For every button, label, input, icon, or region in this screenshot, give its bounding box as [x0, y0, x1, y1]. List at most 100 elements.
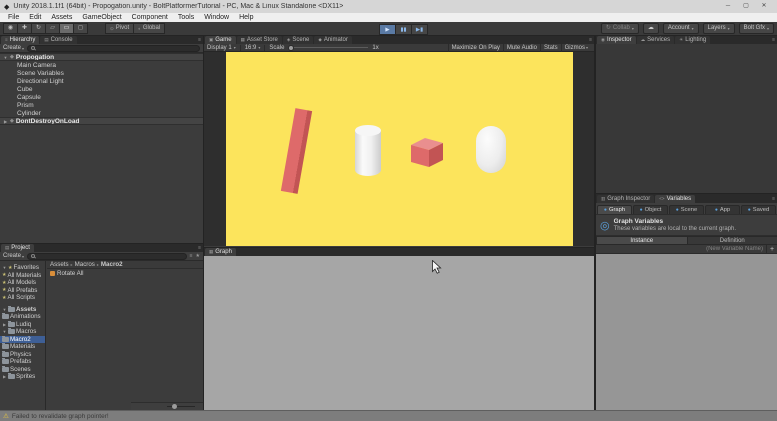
collab-button[interactable]: ↻Collab▾	[601, 23, 639, 34]
search-filter-icon[interactable]: ≡	[190, 253, 193, 259]
hierarchy-item[interactable]: Directional Light	[0, 77, 203, 85]
tab-console[interactable]: ▤Console	[40, 36, 76, 44]
favorite-search-icon[interactable]: ★	[196, 253, 200, 259]
gizmos-dropdown[interactable]: Gizmos▾	[561, 44, 591, 52]
folder-row[interactable]: Prefabs	[0, 358, 45, 366]
tab-game[interactable]: ▣Game	[205, 36, 236, 44]
tab-lighting[interactable]: ☀Lighting	[675, 36, 710, 44]
asset-item-rotate-all[interactable]: Rotate All	[47, 269, 203, 278]
tab-services[interactable]: ☁Services	[637, 36, 675, 44]
breadcrumb-assets[interactable]: Assets	[50, 261, 69, 268]
folder-row[interactable]: Materials	[0, 343, 45, 351]
tab-inspector[interactable]: ◉Inspector	[597, 36, 636, 44]
graph-canvas[interactable]	[204, 256, 594, 410]
status-bar[interactable]: ⚠ Failed to revalidate graph pointer!	[0, 410, 777, 421]
scale-tool-button[interactable]: ▱	[45, 23, 60, 34]
chevron-expanded-icon[interactable]: ▼	[2, 265, 7, 270]
breadcrumb-macros[interactable]: Macros	[75, 261, 95, 268]
close-button[interactable]: ✕	[755, 0, 773, 13]
tab-project[interactable]: ▤Project	[1, 244, 34, 252]
add-variable-button[interactable]: +	[766, 245, 777, 254]
mode-tab-definition[interactable]: Definition	[687, 236, 777, 245]
hierarchy-item[interactable]: Cylinder	[0, 109, 203, 117]
menu-assets[interactable]: Assets	[46, 13, 77, 22]
chevron-expanded-icon[interactable]: ▼	[3, 55, 8, 60]
favorite-item[interactable]: ★All Prefabs	[0, 287, 45, 295]
scene-row-propogation[interactable]: ▼ ◆ Propogation	[0, 53, 203, 61]
favorite-item[interactable]: ★All Scripts	[0, 294, 45, 302]
menu-tools[interactable]: Tools	[173, 13, 199, 22]
folder-row[interactable]: ▶Ludiq	[0, 321, 45, 329]
account-dropdown[interactable]: Account▾	[663, 23, 699, 34]
scope-tab-graph[interactable]: ●Graph	[597, 205, 632, 214]
menu-file[interactable]: File	[3, 13, 24, 22]
folder-row[interactable]: Scenes	[0, 366, 45, 374]
menu-gameobject[interactable]: GameObject	[77, 13, 126, 22]
menu-help[interactable]: Help	[234, 13, 258, 22]
scope-tab-saved[interactable]: ●Saved	[741, 205, 776, 214]
menu-window[interactable]: Window	[199, 13, 234, 22]
transform-tool-button[interactable]: ◻	[73, 23, 88, 34]
panel-menu-icon[interactable]: ≡	[772, 36, 775, 44]
display-dropdown[interactable]: Display 1▾	[207, 45, 236, 51]
mute-audio-button[interactable]: Mute Audio	[503, 44, 540, 52]
tab-animator[interactable]: ◆Animator	[314, 36, 351, 44]
hierarchy-item[interactable]: Capsule	[0, 93, 203, 101]
hierarchy-search-input[interactable]	[37, 45, 196, 51]
game-render-area[interactable]	[226, 52, 573, 246]
tab-asset-store[interactable]: ▦Asset Store	[237, 36, 282, 44]
new-variable-input[interactable]	[596, 246, 766, 252]
panel-menu-icon[interactable]: ≡	[198, 244, 201, 252]
folder-row-selected[interactable]: Macro2	[0, 336, 45, 344]
menu-component[interactable]: Component	[127, 13, 173, 22]
tab-graph-inspector[interactable]: ▥Graph Inspector	[597, 195, 654, 203]
folder-row[interactable]: ▶Sprites	[0, 373, 45, 381]
pan-tool-button[interactable]: ◉	[3, 23, 18, 34]
play-button[interactable]: ▶	[379, 24, 396, 35]
menu-edit[interactable]: Edit	[24, 13, 46, 22]
tab-graph[interactable]: ▦Graph	[205, 248, 236, 256]
chevron-expanded-icon[interactable]: ▼	[2, 329, 7, 334]
stats-button[interactable]: Stats	[540, 44, 561, 52]
game-viewport[interactable]	[204, 52, 594, 246]
hierarchy-item[interactable]: Prism	[0, 101, 203, 109]
scope-tab-object[interactable]: ●Object	[633, 205, 668, 214]
thumbnail-size-slider[interactable]	[167, 406, 195, 407]
folder-row[interactable]: ▼Macros	[0, 328, 45, 336]
maximize-button[interactable]: ▢	[737, 0, 755, 13]
folder-row[interactable]: Animations	[0, 313, 45, 321]
favorite-item[interactable]: ★All Materials	[0, 272, 45, 280]
tab-variables[interactable]: <>Variables	[655, 195, 695, 203]
project-search-input[interactable]	[37, 253, 183, 259]
move-tool-button[interactable]: ✚	[17, 23, 32, 34]
global-button[interactable]: ◐Global	[133, 23, 165, 34]
layout-dropdown[interactable]: Bolt Gfx▾	[739, 23, 774, 34]
slider-knob[interactable]	[172, 404, 177, 409]
chevron-expanded-icon[interactable]: ▼	[2, 307, 7, 312]
favorite-item[interactable]: ★All Models	[0, 279, 45, 287]
scale-slider[interactable]	[288, 47, 368, 48]
chevron-collapsed-icon[interactable]: ▶	[2, 322, 7, 327]
panel-menu-icon[interactable]: ≡	[772, 195, 775, 203]
favorites-root[interactable]: ▼★Favorites	[0, 264, 45, 272]
scale-slider-knob[interactable]	[288, 45, 294, 51]
aspect-dropdown[interactable]: 16:9▾	[245, 45, 261, 51]
panel-menu-icon[interactable]: ≡	[198, 36, 201, 44]
cloud-button[interactable]: ☁	[643, 23, 659, 34]
layers-dropdown[interactable]: Layers▾	[703, 23, 735, 34]
breadcrumb-macro2[interactable]: Macro2	[101, 261, 123, 268]
scope-tab-app[interactable]: ●App	[705, 205, 740, 214]
pause-button[interactable]: ▮▮	[395, 24, 412, 35]
hierarchy-item[interactable]: Scene Variables	[0, 69, 203, 77]
rect-tool-button[interactable]: ▭	[59, 23, 74, 34]
scope-tab-scene[interactable]: ●Scene	[669, 205, 704, 214]
scene-row-dontdestroyonload[interactable]: ▶ ◆ DontDestroyOnLoad	[0, 117, 203, 125]
maximize-on-play-button[interactable]: Maximize On Play	[448, 44, 503, 52]
hierarchy-create-button[interactable]: Create▾	[3, 45, 24, 51]
hierarchy-item[interactable]: Main Camera	[0, 61, 203, 69]
pivot-button[interactable]: ⊙Pivot	[105, 23, 134, 34]
assets-root[interactable]: ▼Assets	[0, 306, 45, 314]
minimize-button[interactable]: ─	[719, 0, 737, 13]
step-button[interactable]: ▶▮	[411, 24, 428, 35]
project-create-button[interactable]: Create▾	[3, 253, 24, 259]
